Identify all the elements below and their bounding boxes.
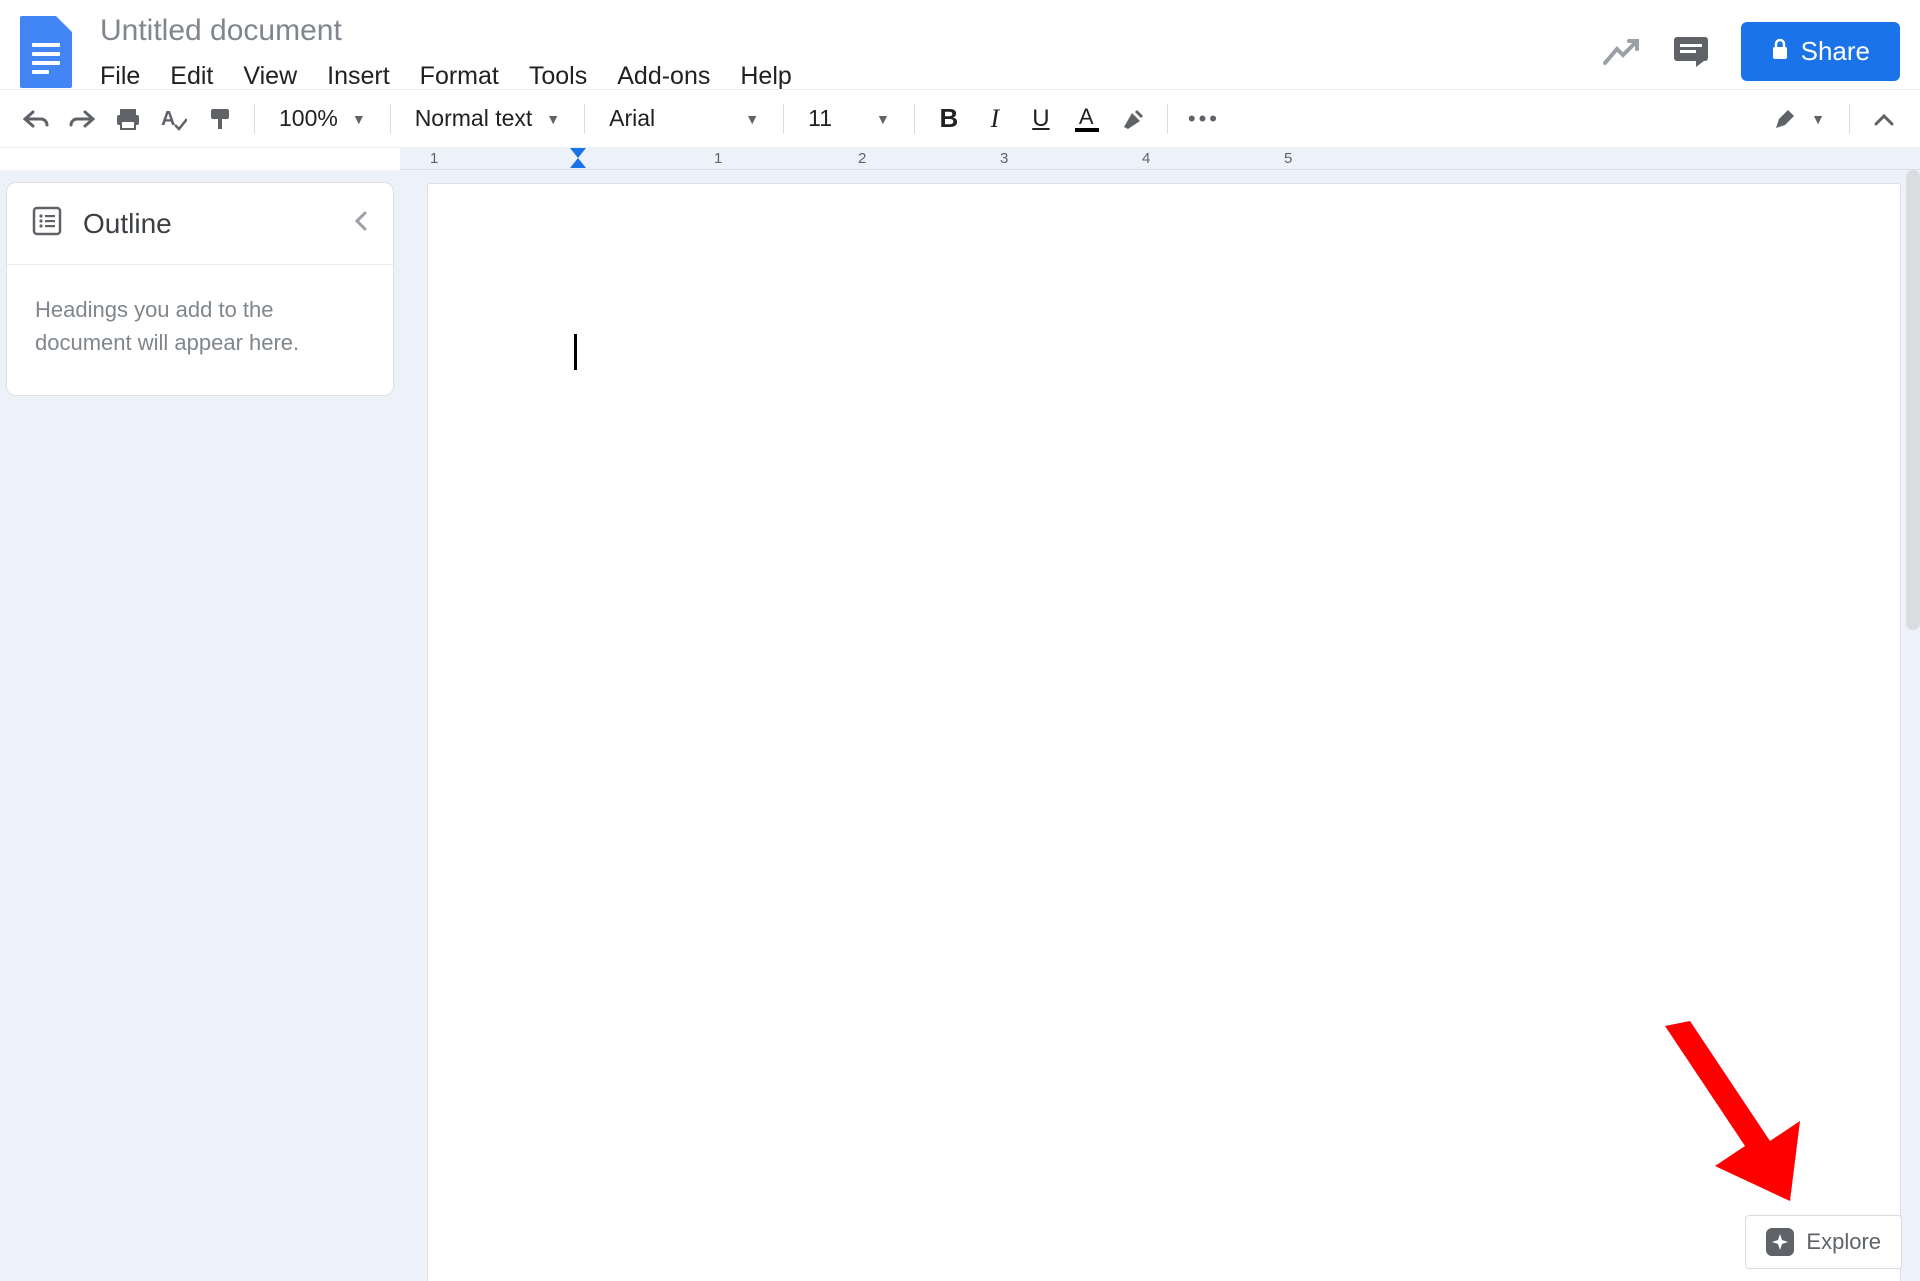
collapse-toolbar-button[interactable] (1864, 99, 1904, 139)
undo-button[interactable] (16, 99, 56, 139)
menu-addons[interactable]: Add-ons (613, 60, 714, 93)
outline-header: Outline (7, 183, 393, 265)
ruler-number: 2 (858, 150, 866, 167)
menu-insert[interactable]: Insert (323, 60, 394, 93)
caret-down-icon: ▼ (876, 111, 890, 127)
font-size-value: 11 (808, 105, 832, 132)
italic-button[interactable]: I (975, 99, 1015, 139)
menu-edit[interactable]: Edit (166, 60, 217, 93)
share-button[interactable]: Share (1741, 22, 1900, 81)
app-header: Untitled document File Edit View Insert … (0, 0, 1920, 90)
outline-panel: Outline Headings you add to the document… (6, 182, 394, 396)
document-canvas-area (400, 170, 1920, 1281)
menu-help[interactable]: Help (736, 60, 795, 93)
separator (914, 104, 915, 134)
menu-file[interactable]: File (96, 60, 144, 93)
caret-down-icon: ▼ (1811, 111, 1825, 127)
separator (390, 104, 391, 134)
menu-bar: File Edit View Insert Format Tools Add-o… (96, 60, 1601, 93)
document-page[interactable] (428, 184, 1900, 1281)
comments-icon[interactable] (1671, 32, 1711, 72)
separator (783, 104, 784, 134)
paragraph-style-dropdown[interactable]: Normal text ▼ (405, 99, 570, 139)
title-area: Untitled document File Edit View Insert … (96, 12, 1601, 93)
separator (1849, 104, 1850, 134)
horizontal-ruler[interactable]: 1 1 2 3 4 5 (400, 148, 1920, 170)
outline-sidebar: Outline Headings you add to the document… (0, 170, 400, 1281)
sparkle-icon (1766, 1228, 1794, 1256)
caret-down-icon: ▼ (352, 111, 366, 127)
outline-title: Outline (83, 208, 172, 240)
ruler-number: 4 (1142, 150, 1150, 167)
redo-button[interactable] (62, 99, 102, 139)
main-area: Outline Headings you add to the document… (0, 170, 1920, 1281)
first-line-indent-marker[interactable] (570, 148, 586, 158)
collapse-outline-button[interactable] (353, 209, 369, 238)
style-value: Normal text (415, 105, 533, 132)
explore-button[interactable]: Explore (1745, 1215, 1902, 1269)
print-button[interactable] (108, 99, 148, 139)
font-size-dropdown[interactable]: 11 ▼ (798, 99, 900, 139)
toolbar: A 100% ▼ Normal text ▼ Arial ▼ 11 ▼ B I … (0, 90, 1920, 148)
left-indent-marker[interactable] (570, 158, 586, 168)
separator (254, 104, 255, 134)
menu-view[interactable]: View (239, 60, 301, 93)
font-family-dropdown[interactable]: Arial ▼ (599, 99, 769, 139)
underline-button[interactable]: U (1021, 99, 1061, 139)
spellcheck-button[interactable]: A (154, 99, 194, 139)
menu-format[interactable]: Format (416, 60, 503, 93)
ruler-number: 1 (714, 150, 722, 167)
pencil-icon (1773, 107, 1797, 131)
text-color-button[interactable]: A (1067, 99, 1107, 139)
ruler-number: 1 (430, 150, 438, 167)
caret-down-icon: ▼ (546, 111, 560, 127)
docs-logo-icon[interactable] (20, 16, 72, 88)
text-cursor (574, 334, 577, 370)
outline-empty-message: Headings you add to the document will ap… (7, 265, 393, 395)
bold-button[interactable]: B (929, 99, 969, 139)
highlight-color-button[interactable] (1113, 99, 1153, 139)
zoom-dropdown[interactable]: 100% ▼ (269, 99, 376, 139)
lock-icon (1771, 36, 1789, 67)
separator (584, 104, 585, 134)
document-title[interactable]: Untitled document (96, 12, 346, 50)
more-toolbar-button[interactable]: ••• (1182, 99, 1226, 139)
svg-text:A: A (161, 108, 175, 130)
font-value: Arial (609, 105, 655, 132)
separator (1167, 104, 1168, 134)
explore-label: Explore (1806, 1229, 1881, 1255)
paint-format-button[interactable] (200, 99, 240, 139)
vertical-scrollbar[interactable] (1906, 170, 1920, 630)
menu-tools[interactable]: Tools (525, 60, 591, 93)
outline-icon (31, 205, 63, 242)
share-label: Share (1801, 36, 1870, 67)
caret-down-icon: ▼ (745, 111, 759, 127)
ruler-number: 5 (1284, 150, 1292, 167)
activity-icon[interactable] (1601, 32, 1641, 72)
zoom-value: 100% (279, 105, 338, 132)
header-actions: Share (1601, 22, 1900, 81)
ruler-number: 3 (1000, 150, 1008, 167)
editing-mode-dropdown[interactable]: ▼ (1763, 99, 1835, 139)
